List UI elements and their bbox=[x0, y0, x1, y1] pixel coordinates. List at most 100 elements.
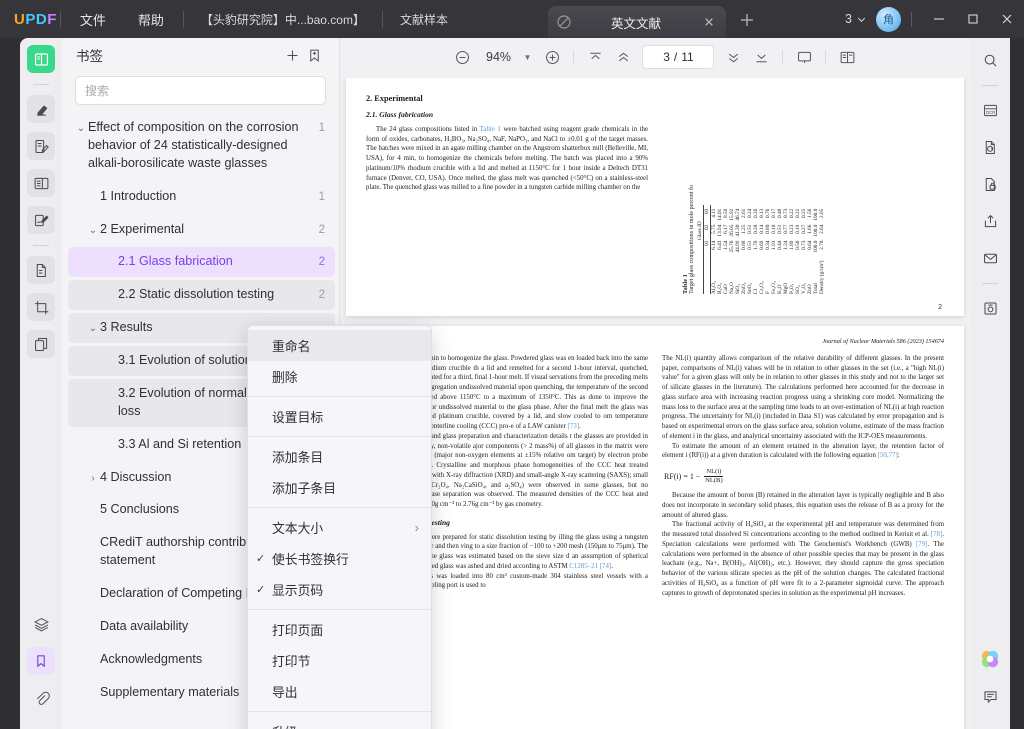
organize-pages-icon[interactable] bbox=[27, 330, 55, 358]
attachment-icon[interactable] bbox=[27, 684, 55, 712]
protect-icon[interactable] bbox=[976, 170, 1004, 198]
convert-file-icon[interactable] bbox=[976, 133, 1004, 161]
context-menu-item[interactable]: 升级 bbox=[248, 716, 431, 729]
context-menu-item[interactable]: 设置目标 bbox=[248, 401, 431, 432]
chevron-down-icon[interactable]: ⌄ bbox=[86, 319, 100, 336]
bookmark-item[interactable]: 2.1 Glass fabrication 2 bbox=[68, 247, 335, 278]
bookmark-item[interactable]: 2.2 Static dissolution testing 2 bbox=[68, 280, 335, 311]
citation-link-78[interactable]: [78] bbox=[931, 531, 942, 538]
ai-assistant-icon[interactable] bbox=[979, 648, 1001, 670]
chevron-right-icon: › bbox=[414, 520, 419, 535]
search-icon[interactable] bbox=[976, 46, 1004, 74]
minimize-button[interactable] bbox=[922, 0, 956, 38]
reader-icon[interactable] bbox=[27, 45, 55, 73]
prev-page-button[interactable] bbox=[610, 44, 636, 70]
page-layout-icon[interactable] bbox=[27, 169, 55, 197]
page2-right-column: Table 1 Target glass compositions in mol… bbox=[656, 94, 944, 310]
presentation-mode-button[interactable] bbox=[791, 44, 817, 70]
chevron-down-icon[interactable]: ⌄ bbox=[74, 119, 88, 136]
window-edge-right bbox=[1010, 38, 1024, 729]
context-menu-item[interactable]: ✓ 显示页码 bbox=[248, 574, 431, 605]
dual-page-view-button[interactable] bbox=[834, 44, 860, 70]
ocr-icon[interactable]: OCR bbox=[976, 96, 1004, 124]
zoom-level[interactable]: 94% bbox=[478, 50, 520, 64]
bookmark-item[interactable]: ⌄ Effect of composition on the corrosion … bbox=[68, 113, 335, 179]
table-row-header bbox=[703, 252, 711, 294]
crop-icon[interactable] bbox=[27, 293, 55, 321]
bookmark-context-menu[interactable]: 重命名删除设置目标添加条目 添加子条目文本大小 › ✓ 使长书签换行 ✓ 显示页码打印页面打… bbox=[247, 325, 432, 729]
astm-standard-link[interactable]: C1285–21 [74] bbox=[569, 563, 611, 570]
layers-icon[interactable] bbox=[27, 610, 55, 638]
auto-bookmark-icon[interactable] bbox=[303, 44, 325, 66]
share-icon[interactable] bbox=[976, 207, 1004, 235]
save-icon[interactable] bbox=[976, 294, 1004, 322]
menu-help[interactable]: 帮助 bbox=[122, 5, 180, 34]
citation-link-50-77[interactable]: [50,77] bbox=[878, 452, 898, 459]
equation-left-side: RF(i) = 1 − bbox=[664, 471, 701, 481]
add-bookmark-icon[interactable] bbox=[281, 44, 303, 66]
context-menu-label: 使长书签换行 bbox=[272, 552, 349, 567]
divider bbox=[911, 11, 912, 27]
page2-left-column: 2. Experimental 2.1. Glass fabrication T… bbox=[366, 94, 656, 310]
divider bbox=[182, 10, 184, 28]
page-number-input[interactable]: 3 / 11 bbox=[642, 45, 715, 69]
first-page-button[interactable] bbox=[582, 44, 608, 70]
context-menu-item[interactable]: 打印页面 bbox=[248, 614, 431, 645]
context-menu-item[interactable]: 导出 bbox=[248, 676, 431, 707]
tab-english-literature[interactable]: 英文文献 bbox=[548, 6, 726, 38]
close-tab-icon[interactable] bbox=[700, 13, 718, 31]
edit-pdf-icon[interactable] bbox=[27, 206, 55, 234]
close-button[interactable] bbox=[990, 0, 1024, 38]
window-controls: 3 角 bbox=[845, 0, 1024, 38]
context-menu-item[interactable]: 文本大小 › bbox=[248, 512, 431, 543]
maximize-button[interactable] bbox=[956, 0, 990, 38]
citation-link-79[interactable]: [79] bbox=[916, 541, 927, 548]
running-head: . Neeway et al. Journal of Nuclear Mater… bbox=[366, 338, 944, 345]
chevron-down-icon[interactable]: ⌄ bbox=[86, 221, 100, 238]
right-p2-text: To estimate the amount of an element ret… bbox=[662, 442, 944, 460]
fraction-denominator: NL(B) bbox=[705, 476, 723, 484]
current-page: 3 bbox=[663, 50, 670, 64]
chevron-right-icon[interactable]: › bbox=[86, 469, 100, 486]
next-page-button[interactable] bbox=[720, 44, 746, 70]
recent-doc-chip-1[interactable]: 【头豹研究院】中...bao.com】 bbox=[187, 5, 379, 34]
last-page-button[interactable] bbox=[748, 44, 774, 70]
recent-doc-chip-2[interactable]: 文献样本 bbox=[386, 5, 462, 34]
context-menu-item[interactable]: 添加条目 bbox=[248, 441, 431, 472]
zoom-out-button[interactable] bbox=[450, 44, 476, 70]
bookmark-icon[interactable] bbox=[27, 647, 55, 675]
citation-link-73[interactable]: [73] bbox=[568, 423, 579, 430]
account-count[interactable]: 3 bbox=[845, 12, 867, 26]
context-menu-item[interactable]: ✓ 使长书签换行 bbox=[248, 543, 431, 574]
context-menu-item[interactable]: 添加子条目 bbox=[248, 472, 431, 503]
highlighter-icon[interactable] bbox=[27, 95, 55, 123]
context-menu-item[interactable]: 删除 bbox=[248, 361, 431, 392]
page-scroll-area[interactable]: 2. Experimental 2.1. Glass fabrication T… bbox=[340, 78, 970, 729]
zoom-dropdown-icon[interactable]: ▼ bbox=[522, 53, 538, 62]
new-tab-icon[interactable] bbox=[737, 10, 757, 30]
updf-logo: UPDF bbox=[14, 10, 57, 28]
bookmark-item[interactable]: ⌄ 2 Experimental 2 bbox=[68, 215, 335, 245]
right-tool-rail: OCR bbox=[970, 38, 1010, 729]
convert-icon[interactable] bbox=[27, 256, 55, 284]
context-menu-item[interactable]: 重命名 bbox=[248, 330, 431, 361]
left-rail-bottom bbox=[20, 610, 62, 721]
email-icon[interactable] bbox=[976, 244, 1004, 272]
bookmark-item[interactable]: 1 Introduction 1 bbox=[68, 182, 335, 212]
document-viewer: 94% ▼ 3 / 11 2. Experimental 2.1. Glass … bbox=[340, 38, 970, 729]
table-reference-link[interactable]: Table 1 bbox=[480, 126, 501, 133]
annotate-icon[interactable] bbox=[27, 132, 55, 160]
search-input[interactable] bbox=[75, 76, 326, 105]
left-tool-rail bbox=[20, 38, 62, 729]
avatar[interactable]: 角 bbox=[876, 6, 901, 32]
bookmark-label: 1 Introduction bbox=[100, 188, 177, 203]
content-stage: 书签 ⌄Effect of composition on the corrosi… bbox=[20, 38, 1010, 729]
comment-icon[interactable] bbox=[976, 682, 1004, 710]
divider bbox=[381, 10, 383, 28]
context-menu-item[interactable]: 打印节 bbox=[248, 645, 431, 676]
right-p4-text-c: . The calculations were performed in the… bbox=[662, 540, 944, 597]
menu-file[interactable]: 文件 bbox=[64, 5, 122, 34]
right-paragraph-3: Because the amount of boron (B) retained… bbox=[662, 492, 944, 519]
context-menu-label: 删除 bbox=[272, 370, 298, 385]
zoom-in-button[interactable] bbox=[539, 44, 565, 70]
